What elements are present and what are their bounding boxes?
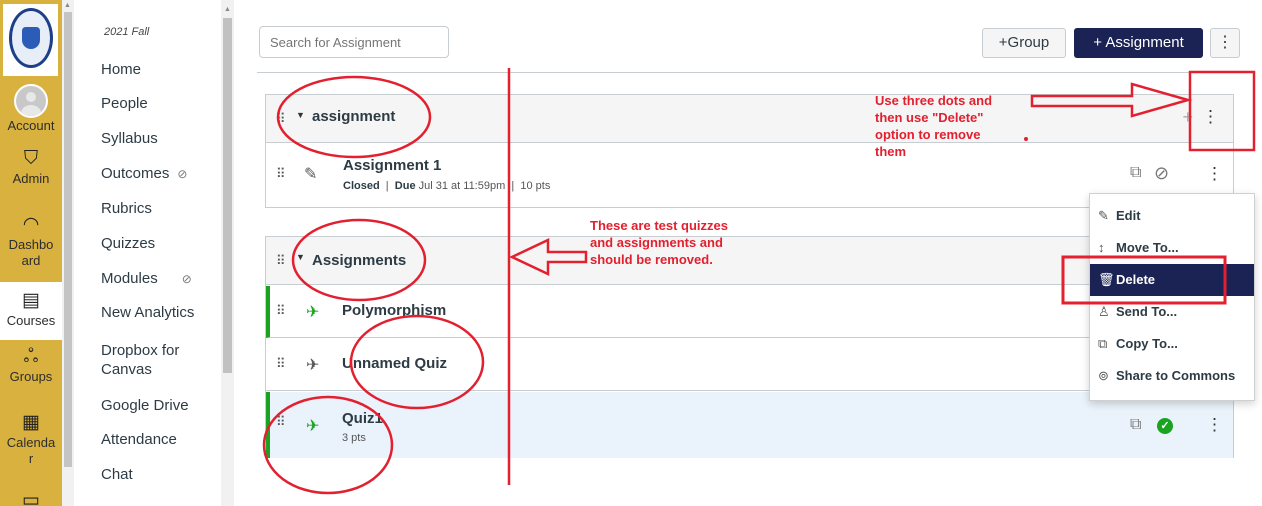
delete-instruction-line: option to remove (875, 127, 981, 142)
annotation-arrow-right (1030, 82, 1193, 118)
test-note-line: These are test quizzes (590, 218, 728, 233)
test-items-note: These are test quizzes and assignments a… (590, 217, 728, 268)
test-note-line: should be removed. (590, 252, 713, 267)
annotation-circle-assignments-group (291, 218, 427, 302)
test-note-line: and assignments and (590, 235, 723, 250)
annotation-dot (1024, 137, 1028, 141)
annotation-arrow-left (509, 238, 588, 276)
delete-instruction-line: them (875, 144, 907, 159)
annotation-box-kebab (1188, 70, 1256, 152)
annotation-box-delete (1061, 255, 1227, 305)
annotation-circle-assignment-group (276, 75, 432, 159)
delete-instruction-line: Use three dots and (875, 93, 993, 108)
annotation-circle-quiz1 (262, 395, 394, 495)
annotation-circle-unnamed-quiz (349, 314, 485, 410)
delete-instruction-line: then use "Delete" (875, 110, 984, 125)
delete-instruction-note: Use three dots and then use "Delete" opt… (875, 92, 992, 160)
